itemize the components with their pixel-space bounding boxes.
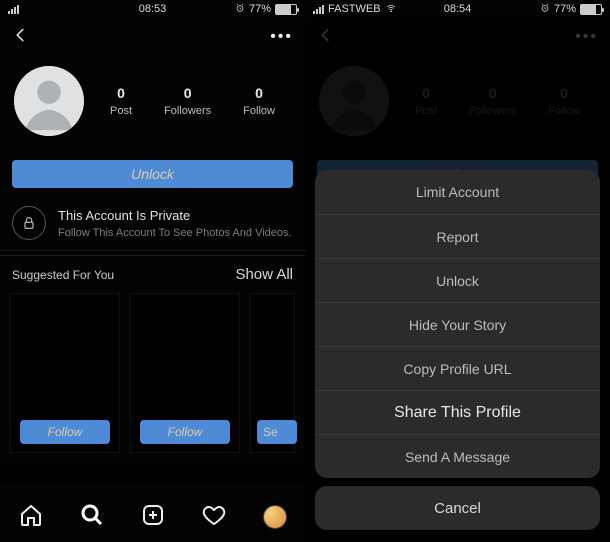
suggested-card[interactable]: Follow xyxy=(10,293,120,453)
status-bar: FASTWEB 08:54 77% xyxy=(305,0,610,18)
stat-follow[interactable]: 0Follow xyxy=(243,85,275,117)
private-subtitle: Follow This Account To See Photos And Vi… xyxy=(58,227,292,239)
follow-button[interactable]: Follow xyxy=(140,420,230,444)
sheet-hide-story[interactable]: Hide Your Story xyxy=(315,302,600,346)
status-time: 08:54 xyxy=(409,3,505,15)
home-tab[interactable] xyxy=(19,503,43,532)
profile-screen: 08:53 77% ••• 0Post 0Followers 0Follow U… xyxy=(0,0,305,542)
private-title: This Account Is Private xyxy=(58,208,292,223)
show-all-button[interactable]: Show All xyxy=(235,266,293,283)
signal-icon xyxy=(313,5,324,14)
action-sheet: Limit Account Report Unlock Hide Your St… xyxy=(315,170,600,538)
suggested-list[interactable]: Follow Follow Se xyxy=(0,293,305,465)
more-button[interactable]: ••• xyxy=(270,28,293,46)
sheet-copy-url[interactable]: Copy Profile URL xyxy=(315,346,600,390)
create-tab[interactable] xyxy=(141,503,165,532)
battery-pct: 77% xyxy=(249,3,271,15)
follow-button[interactable]: Se xyxy=(257,420,297,444)
profile-stats: 0Post 0Followers 0Follow xyxy=(94,85,291,117)
profile-header: 0Post 0Followers 0Follow xyxy=(0,56,305,142)
sheet-limit-account[interactable]: Limit Account xyxy=(315,170,600,214)
follow-button[interactable]: Follow xyxy=(20,420,110,444)
sheet-share-profile[interactable]: Share This Profile xyxy=(315,390,600,434)
private-banner: This Account Is Private Follow This Acco… xyxy=(0,188,305,250)
suggested-card[interactable]: Se xyxy=(250,293,295,453)
battery-icon xyxy=(580,4,602,15)
sheet-report[interactable]: Report xyxy=(315,214,600,258)
nav-bar: ••• xyxy=(0,18,305,56)
status-bar: 08:53 77% xyxy=(0,0,305,18)
action-sheet-group: Limit Account Report Unlock Hide Your St… xyxy=(315,170,600,478)
sheet-cancel[interactable]: Cancel xyxy=(315,486,600,530)
spacer xyxy=(0,465,305,483)
suggested-header: Suggested For You Show All xyxy=(0,256,305,293)
battery-icon xyxy=(275,4,297,15)
sheet-send-message[interactable]: Send A Message xyxy=(315,434,600,478)
alarm-icon xyxy=(235,3,245,16)
avatar[interactable] xyxy=(14,66,84,136)
unlock-button[interactable]: Unlock xyxy=(12,160,293,188)
alarm-icon xyxy=(540,3,550,16)
status-time: 08:53 xyxy=(104,3,200,15)
suggested-label: Suggested For You xyxy=(12,268,114,282)
lock-icon xyxy=(12,206,46,240)
carrier-label: FASTWEB xyxy=(328,3,381,15)
activity-tab[interactable] xyxy=(202,503,226,532)
search-tab[interactable] xyxy=(80,503,104,532)
wifi-icon xyxy=(385,3,397,16)
profile-screen-actionsheet: FASTWEB 08:54 77% ••• 0Post 0Followers 0… xyxy=(305,0,610,542)
suggested-card[interactable]: Follow xyxy=(130,293,240,453)
sheet-unlock[interactable]: Unlock xyxy=(315,258,600,302)
profile-tab[interactable] xyxy=(263,505,287,529)
battery-pct: 77% xyxy=(554,3,576,15)
stat-posts[interactable]: 0Post xyxy=(110,85,132,117)
tab-bar xyxy=(0,492,305,542)
signal-icon xyxy=(8,5,19,14)
back-button[interactable] xyxy=(12,26,30,49)
stat-followers[interactable]: 0Followers xyxy=(164,85,211,117)
